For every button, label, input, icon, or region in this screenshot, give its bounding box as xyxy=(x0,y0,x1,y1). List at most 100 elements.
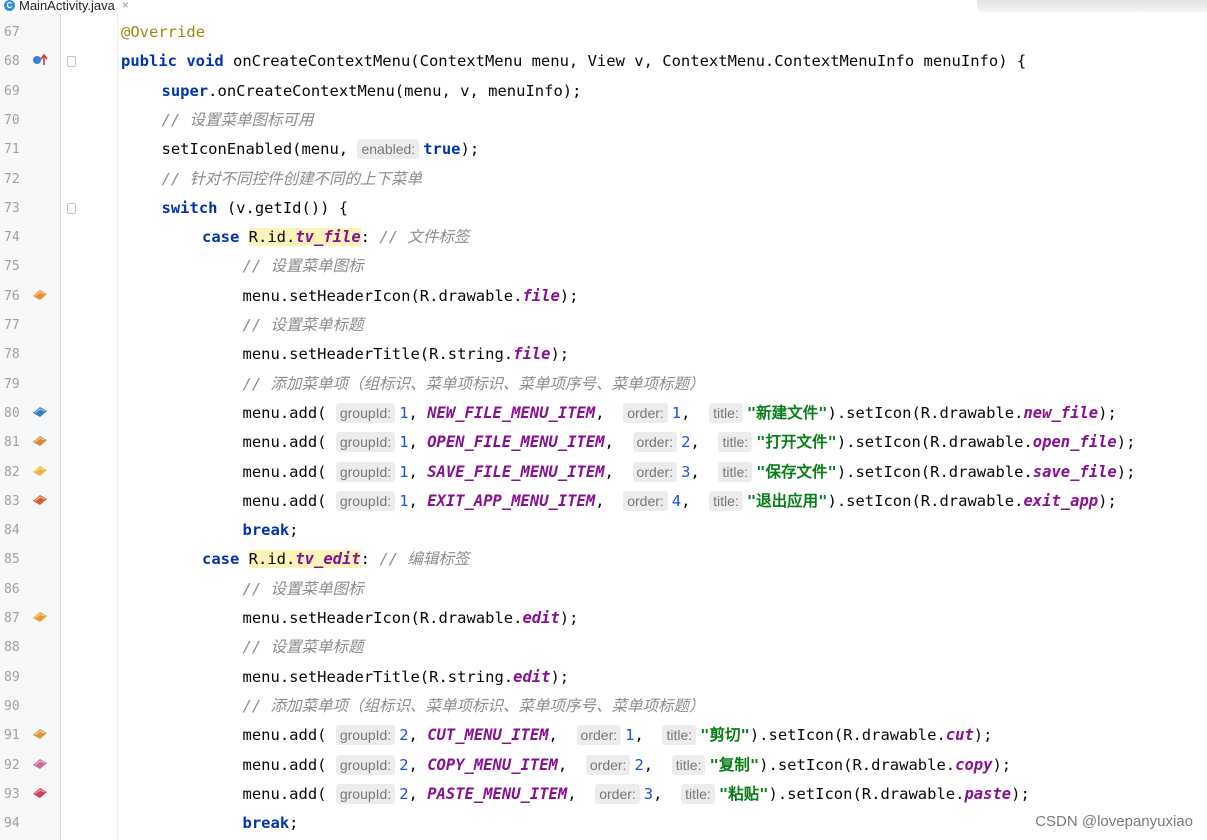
line-number[interactable]: 89 xyxy=(4,663,28,692)
paste-icon[interactable] xyxy=(32,786,50,802)
code-token: ); xyxy=(550,667,570,686)
line-number[interactable]: 71 xyxy=(4,135,28,164)
line-number[interactable]: 88 xyxy=(4,633,28,662)
code-line[interactable]: 94 break; xyxy=(0,809,1207,838)
code-token: .onCreateContextMenu(menu, v, menuInfo); xyxy=(208,81,582,100)
line-number[interactable]: 78 xyxy=(4,340,28,369)
code-line[interactable]: 90 // 添加菜单项（组标识、菜单项标识、菜单项序号、菜单项标题） xyxy=(0,692,1207,721)
close-icon[interactable]: × xyxy=(122,0,129,12)
code-line[interactable]: 77 // 设置菜单标题 xyxy=(0,311,1207,340)
code-line[interactable]: 74 case R.id.tv_file: // 文件标签 xyxy=(0,223,1207,252)
code-line[interactable]: 81 menu.add( groupId: 1, OPEN_FILE_MENU_IT… xyxy=(0,428,1207,457)
code-token: 2 xyxy=(399,755,409,774)
code-text: case R.id.tv_file: // 文件标签 xyxy=(202,223,469,252)
code-text: super.onCreateContextMenu(menu, v, menuI… xyxy=(162,77,582,106)
code-line[interactable]: 86 // 设置菜单图标 xyxy=(0,575,1207,604)
cut-icon[interactable] xyxy=(32,727,50,743)
code-line[interactable]: 93 menu.add( groupId: 2, PASTE_MENU_ITEM, … xyxy=(0,780,1207,809)
code-line[interactable]: 82 menu.add( groupId: 1, SAVE_FILE_MENU_IT… xyxy=(0,458,1207,487)
fold-toggle-icon[interactable] xyxy=(67,56,76,68)
code-line[interactable]: 80 menu.add( groupId: 1, NEW_FILE_MENU_ITE… xyxy=(0,399,1207,428)
code-line[interactable]: 84 break; xyxy=(0,516,1207,545)
code-token: 1 xyxy=(671,403,682,422)
code-line[interactable]: 75 // 设置菜单图标 xyxy=(0,252,1207,281)
code-text: // 针对不同控件创建不同的上下菜单 xyxy=(162,165,423,194)
line-number[interactable]: 76 xyxy=(4,282,28,311)
override-icon[interactable] xyxy=(32,53,50,69)
code-line[interactable]: 91 menu.add( groupId: 2, CUT_MENU_ITEM, or… xyxy=(0,721,1207,750)
code-token: // 设置菜单图标 xyxy=(242,257,364,276)
line-number[interactable]: 94 xyxy=(4,809,28,838)
parameter-hint: groupId: xyxy=(335,490,396,511)
line-number[interactable]: 73 xyxy=(4,194,28,223)
code-line[interactable]: 68 public void onCreateContextMenu(Contex… xyxy=(0,47,1207,76)
open-file-icon[interactable] xyxy=(32,434,50,450)
line-number[interactable]: 79 xyxy=(4,370,28,399)
line-number[interactable]: 84 xyxy=(4,516,28,545)
code-line[interactable]: 85 case R.id.tv_edit: // 编辑标签 xyxy=(0,545,1207,574)
code-line[interactable]: 67 @Override xyxy=(0,18,1207,47)
code-line[interactable]: 73 switch (v.getId()) { xyxy=(0,194,1207,223)
tab-main-activity[interactable]: C MainActivity.java × xyxy=(0,0,129,13)
code-token: open_file xyxy=(1032,433,1117,452)
code-line[interactable]: 79 // 添加菜单项（组标识、菜单项标识、菜单项序号、菜单项标题） xyxy=(0,370,1207,399)
line-number[interactable]: 86 xyxy=(4,575,28,604)
new-file-icon[interactable] xyxy=(32,405,50,421)
code-text: // 添加菜单项（组标识、菜单项标识、菜单项序号、菜单项标题） xyxy=(243,370,705,399)
code-line[interactable]: 76 menu.setHeaderIcon(R.drawable.file); xyxy=(0,282,1207,311)
file-icon[interactable] xyxy=(32,288,50,304)
code-token: , xyxy=(408,726,428,745)
exit-app-icon[interactable] xyxy=(32,493,50,509)
code-token: ); xyxy=(550,345,570,364)
code-line[interactable]: 88 // 设置菜单标题 xyxy=(0,633,1207,662)
edit-icon[interactable] xyxy=(32,610,50,626)
line-number[interactable]: 70 xyxy=(4,106,28,135)
code-token: 2 xyxy=(634,755,644,774)
code-line[interactable]: 87 menu.setHeaderIcon(R.drawable.edit); xyxy=(0,604,1207,633)
line-number[interactable]: 80 xyxy=(4,399,28,428)
code-line[interactable]: 71 setIconEnabled(menu, enabled: true); xyxy=(0,135,1207,164)
code-line[interactable]: 83 menu.add( groupId: 1, EXIT_APP_MENU_ITE… xyxy=(0,487,1207,516)
code-line[interactable]: 92 menu.add( groupId: 2, COPY_MENU_ITEM, o… xyxy=(0,751,1207,780)
code-text: // 设置菜单图标 xyxy=(243,252,364,281)
line-number[interactable]: 92 xyxy=(4,751,28,780)
code-line[interactable]: 69 super.onCreateContextMenu(menu, v, men… xyxy=(0,77,1207,106)
line-number[interactable]: 90 xyxy=(4,692,28,721)
code-token: , xyxy=(548,726,577,745)
line-number[interactable]: 72 xyxy=(4,165,28,194)
line-number[interactable]: 67 xyxy=(4,18,28,47)
code-text: menu.add( groupId: 2, COPY_MENU_ITEM, ord… xyxy=(243,751,1011,780)
line-number[interactable]: 81 xyxy=(4,428,28,457)
line-number[interactable]: 87 xyxy=(4,604,28,633)
line-number[interactable]: 93 xyxy=(4,780,28,809)
code-token: cut xyxy=(945,726,974,745)
line-number[interactable]: 82 xyxy=(4,458,28,487)
code-line[interactable]: 72 // 针对不同控件创建不同的上下菜单 xyxy=(0,165,1207,194)
code-text: menu.setHeaderIcon(R.drawable.edit); xyxy=(243,604,579,633)
code-token: , xyxy=(681,491,710,510)
code-text: menu.setHeaderTitle(R.string.edit); xyxy=(243,663,570,692)
code-token: edit xyxy=(522,609,560,627)
copy-icon[interactable] xyxy=(32,757,50,773)
line-number[interactable]: 74 xyxy=(4,223,28,252)
code-token: 1 xyxy=(399,433,409,452)
code-token: // 设置菜单标题 xyxy=(242,316,364,334)
line-number[interactable]: 75 xyxy=(4,252,28,281)
code-token: ).setIcon(R.drawable. xyxy=(836,433,1033,452)
code-line[interactable]: 89 menu.setHeaderTitle(R.string.edit); xyxy=(0,663,1207,692)
code-token: super xyxy=(161,81,209,100)
line-number[interactable]: 85 xyxy=(4,545,28,574)
code-line[interactable]: 70 // 设置菜单图标可用 xyxy=(0,106,1207,135)
code-token: R.id. xyxy=(248,228,296,247)
code-token: ; xyxy=(289,521,299,540)
line-number[interactable]: 77 xyxy=(4,311,28,340)
line-number[interactable]: 91 xyxy=(4,721,28,750)
save-file-icon[interactable] xyxy=(32,464,50,480)
line-number[interactable]: 83 xyxy=(4,487,28,516)
fold-toggle-icon[interactable] xyxy=(67,202,76,214)
line-number[interactable]: 68 xyxy=(4,47,28,76)
line-number[interactable]: 69 xyxy=(4,77,28,106)
code-line[interactable]: 78 menu.setHeaderTitle(R.string.file); xyxy=(0,340,1207,369)
code-token: // 设置菜单标题 xyxy=(242,638,364,657)
code-text: menu.add( groupId: 1, SAVE_FILE_MENU_ITEM… xyxy=(243,458,1135,487)
